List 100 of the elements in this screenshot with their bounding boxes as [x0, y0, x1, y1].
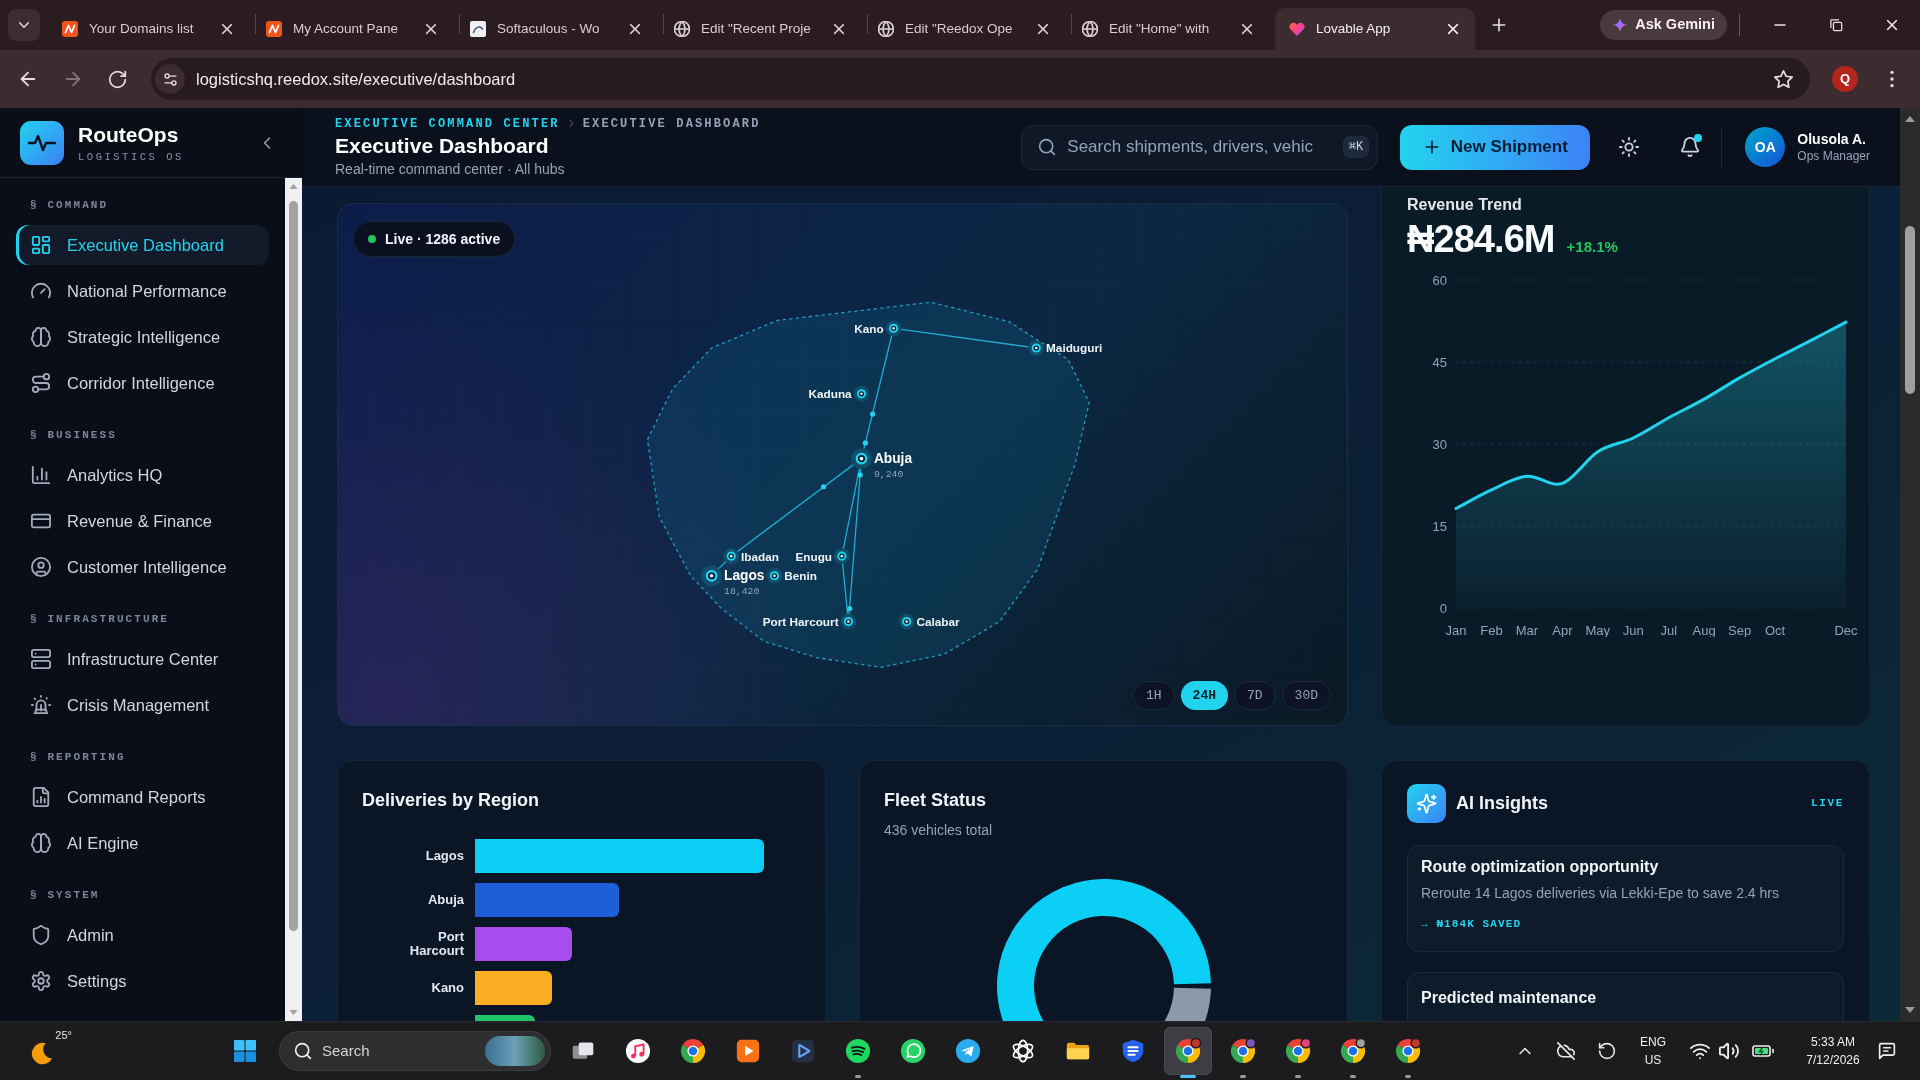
- reload-icon[interactable]: [108, 69, 127, 89]
- sidebar-item[interactable]: Corridor Intelligence: [16, 363, 269, 403]
- close-icon[interactable]: [831, 21, 847, 37]
- scroll-up-icon[interactable]: [1905, 116, 1915, 122]
- clock-date[interactable]: 7/12/2026: [1806, 1051, 1860, 1069]
- search-field[interactable]: Search shipments, drivers, vehic ⌘K: [1021, 124, 1379, 170]
- axis-tick-label: Mar: [1515, 622, 1539, 637]
- sidebar-item[interactable]: Admin: [16, 915, 269, 955]
- user-avatar[interactable]: OA: [1745, 127, 1786, 167]
- sidebar-item[interactable]: Executive Dashboard: [16, 225, 269, 265]
- taskbar-search[interactable]: Search: [279, 1031, 551, 1071]
- sidebar-item[interactable]: Crisis Management: [16, 685, 269, 725]
- pulse-logo-icon[interactable]: [20, 120, 64, 165]
- profile-avatar[interactable]: Q: [1832, 66, 1858, 92]
- insight-card[interactable]: Route optimization opportunity Reroute 14 Lagos deliveries via Lekki-Epe to save 2.4 hrs → ₦184K SAVED: [1407, 845, 1844, 952]
- scrollbar[interactable]: [1900, 108, 1920, 1021]
- close-icon[interactable]: [1239, 21, 1255, 37]
- browser-tab[interactable]: Lovable App: [1275, 8, 1475, 50]
- route-dot-icon: [847, 605, 853, 612]
- sun-icon[interactable]: [1619, 137, 1640, 157]
- clock-time[interactable]: 5:33 AM: [1811, 1033, 1855, 1051]
- user-circle-icon: [31, 557, 51, 577]
- route-dot-icon: [870, 411, 876, 417]
- zigzag-logo-icon: [62, 21, 78, 37]
- restore-icon[interactable]: [1829, 18, 1843, 32]
- sidebar-item[interactable]: National Performance: [16, 271, 269, 311]
- four-squares-icon[interactable]: [233, 1039, 257, 1063]
- taskbar-app-button[interactable]: [1164, 1027, 1212, 1075]
- notification-icon[interactable]: [1878, 1042, 1896, 1060]
- browser-tab[interactable]: Your Domains list: [52, 8, 255, 50]
- map-node[interactable]: [723, 548, 740, 564]
- circular-arrow-icon[interactable]: [1598, 1042, 1616, 1060]
- tricolor-circle-icon: [1395, 1038, 1421, 1064]
- search-input[interactable]: Search shipments, drivers, vehic: [1067, 135, 1343, 159]
- sidebar-item[interactable]: AI Engine: [16, 823, 269, 863]
- new-shipment-button[interactable]: New Shipment: [1400, 124, 1591, 170]
- scrollbar[interactable]: [285, 178, 302, 1021]
- axis-tick-label: 45: [1432, 354, 1447, 370]
- map-node[interactable]: [840, 613, 857, 630]
- sidebar-item[interactable]: Customer Intelligence: [16, 547, 269, 587]
- breadcrumb-link[interactable]: EXECUTIVE COMMAND CENTER: [335, 114, 560, 133]
- close-icon[interactable]: [219, 21, 235, 37]
- close-icon[interactable]: [1884, 17, 1900, 33]
- browser-tab[interactable]: Softaculous - Wo: [460, 8, 663, 50]
- input-language[interactable]: ENG: [1640, 1033, 1666, 1051]
- globe-icon: [1082, 21, 1098, 37]
- ask-gemini-button[interactable]: Ask Gemini: [1600, 10, 1727, 40]
- heart-logo-icon: [1289, 21, 1305, 37]
- axis-tick-label: 0: [1439, 600, 1447, 616]
- sidebar-item[interactable]: Settings: [16, 961, 269, 1001]
- map-node[interactable]: [885, 320, 902, 337]
- close-icon[interactable]: [1445, 21, 1461, 37]
- site-info-button[interactable]: [155, 64, 185, 94]
- scrollbar-thumb[interactable]: [1905, 226, 1915, 394]
- tricolor-circle-icon: [1230, 1038, 1256, 1064]
- city-label: Benin: [784, 569, 817, 583]
- sidebar-item[interactable]: Infrastructure Center: [16, 639, 269, 679]
- bar-chart-icon: [31, 465, 51, 485]
- plus-icon[interactable]: [1490, 16, 1508, 34]
- chat-bubble-icon: [900, 1038, 926, 1064]
- axis-tick-label: Jun: [1622, 622, 1644, 637]
- browser-tab[interactable]: Edit "Home" with: [1072, 8, 1275, 50]
- speaker-icon[interactable]: [1719, 1041, 1739, 1061]
- browser-tab[interactable]: Edit "Recent Proje: [664, 8, 867, 50]
- axis-tick-label: 15: [1432, 518, 1447, 534]
- map-node[interactable]: [701, 565, 723, 587]
- close-icon[interactable]: [1035, 21, 1051, 37]
- keyboard-layout[interactable]: US: [1644, 1051, 1662, 1069]
- cloud-off-icon[interactable]: [1557, 1042, 1575, 1060]
- map-node[interactable]: [853, 385, 870, 402]
- user-name: Olusola A.: [1797, 130, 1867, 148]
- browser-tab[interactable]: My Account Pane: [256, 8, 459, 50]
- card-title: Fleet Status: [884, 789, 988, 812]
- scroll-down-icon[interactable]: [1905, 1007, 1915, 1013]
- user-role: Ops Manager: [1797, 148, 1870, 164]
- section-heading: § BUSINESS: [29, 428, 118, 443]
- close-icon[interactable]: [423, 21, 439, 37]
- card-title: Deliveries by Region: [362, 789, 541, 812]
- sidebar-item[interactable]: Analytics HQ: [16, 455, 269, 495]
- sidebar-item[interactable]: Command Reports: [16, 777, 269, 817]
- route-dot-icon: [857, 472, 863, 478]
- scrollbar-thumb[interactable]: [289, 201, 298, 931]
- star-icon[interactable]: [1774, 69, 1793, 89]
- close-icon[interactable]: [627, 21, 643, 37]
- insight-card[interactable]: Predicted maintenance: [1407, 972, 1844, 1021]
- bell-icon[interactable]: [1680, 137, 1701, 157]
- sound-waves-icon: [845, 1038, 871, 1064]
- map-node[interactable]: [898, 613, 915, 630]
- sidebar-item[interactable]: Revenue & Finance: [16, 501, 269, 541]
- sidebar-item[interactable]: Strategic Intelligence: [16, 317, 269, 357]
- address-bar[interactable]: logisticshq.reedox.site/executive/dashboard: [151, 58, 1810, 100]
- live-status-text: Live · 1286 active: [385, 229, 501, 249]
- browser-tab[interactable]: Edit "Reedox Ope: [868, 8, 1071, 50]
- wifi-icon[interactable]: [1690, 1041, 1710, 1061]
- map-node[interactable]: [834, 548, 850, 564]
- map-node[interactable]: [766, 567, 783, 584]
- map-node[interactable]: [1028, 340, 1045, 356]
- city-label: Port Harcourt: [762, 615, 839, 629]
- map-node[interactable]: [851, 448, 872, 470]
- tab-list-button[interactable]: [8, 9, 40, 41]
